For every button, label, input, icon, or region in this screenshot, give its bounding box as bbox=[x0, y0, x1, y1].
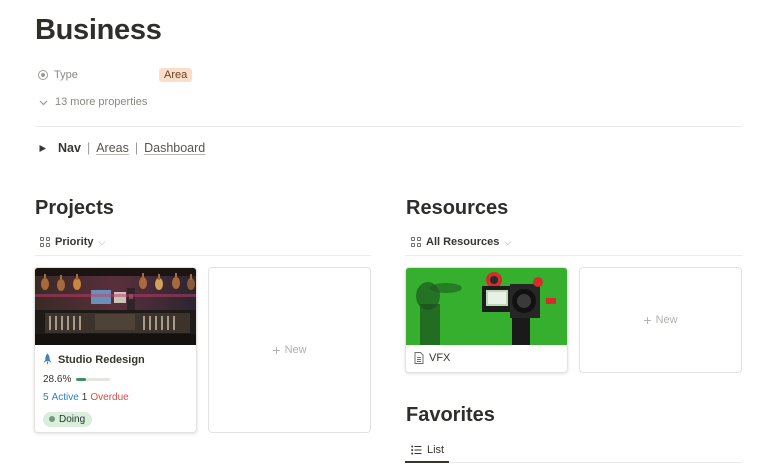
more-properties-label: 13 more properties bbox=[55, 96, 148, 108]
resources-new-card[interactable]: + New bbox=[579, 267, 742, 373]
document-icon bbox=[414, 352, 424, 364]
projects-view-tab[interactable]: Priority ⌵ bbox=[40, 236, 105, 248]
studio-cover-image bbox=[35, 268, 196, 345]
nav-link-areas[interactable]: Areas bbox=[96, 141, 129, 155]
triangle-right-icon[interactable] bbox=[38, 144, 47, 153]
projects-heading: Projects bbox=[35, 197, 114, 219]
task-counts-row: 5 Active 1 Overdue bbox=[43, 392, 129, 403]
vfx-cover-image bbox=[406, 268, 567, 345]
status-label: Doing bbox=[59, 413, 86, 425]
gallery-view-icon bbox=[411, 237, 421, 247]
favorites-heading: Favorites bbox=[406, 404, 495, 426]
new-label-text: New bbox=[655, 314, 678, 326]
more-properties-toggle[interactable]: 13 more properties bbox=[38, 96, 147, 108]
favorites-divider bbox=[449, 462, 742, 463]
overdue-count: 1 bbox=[81, 392, 88, 403]
resources-heading: Resources bbox=[406, 197, 509, 219]
status-dot-icon bbox=[49, 416, 55, 422]
area-badge[interactable]: Area bbox=[159, 68, 193, 82]
resources-view-tab[interactable]: All Resources ⌵ bbox=[411, 236, 511, 248]
new-card-label: + New bbox=[272, 342, 306, 358]
nav-link-dashboard[interactable]: Dashboard bbox=[144, 141, 205, 155]
project-card-studio-redesign[interactable]: Studio Redesign 28.6% 5 Active 1 Overdue… bbox=[34, 267, 197, 433]
progress-text: 28.6% bbox=[43, 374, 72, 385]
favorites-view-label: List bbox=[427, 444, 445, 456]
nav-separator: | bbox=[86, 141, 91, 155]
chevron-down-icon: ⌵ bbox=[98, 236, 106, 247]
projects-view-label: Priority bbox=[55, 236, 94, 248]
favorites-tab-underline bbox=[405, 461, 449, 463]
type-property-icon bbox=[38, 70, 48, 80]
rocket-icon bbox=[43, 353, 52, 365]
nav-toggle-label[interactable]: Nav bbox=[58, 141, 81, 155]
overdue-label: Overdue bbox=[90, 392, 129, 403]
projects-new-card[interactable]: + New bbox=[208, 267, 371, 433]
progress-bar bbox=[76, 378, 111, 381]
nav-separator: | bbox=[134, 141, 139, 155]
project-card-title-row: Studio Redesign bbox=[42, 353, 145, 366]
status-row: Doing bbox=[43, 409, 93, 427]
chevron-down-icon: ⌵ bbox=[504, 236, 512, 247]
active-count: 5 bbox=[43, 392, 49, 403]
property-type-label: Type bbox=[54, 69, 78, 81]
new-label-text: New bbox=[284, 344, 307, 356]
resources-view-label: All Resources bbox=[426, 236, 500, 248]
gallery-view-icon bbox=[40, 237, 50, 247]
projects-divider bbox=[35, 255, 371, 256]
properties-divider bbox=[35, 126, 742, 127]
progress-bar-fill bbox=[76, 378, 87, 381]
resource-card-title: VFX bbox=[429, 352, 451, 364]
status-badge: Doing bbox=[43, 411, 93, 427]
list-view-icon bbox=[411, 445, 422, 455]
resources-divider bbox=[405, 255, 742, 256]
chevron-down-icon bbox=[39, 100, 48, 105]
plus-icon: + bbox=[272, 342, 281, 358]
favorites-view-tab[interactable]: List bbox=[411, 444, 444, 456]
property-type-row[interactable]: Type bbox=[38, 69, 78, 81]
new-card-label: + New bbox=[643, 312, 677, 328]
plus-icon: + bbox=[643, 312, 652, 328]
resource-card-vfx[interactable]: VFX bbox=[405, 267, 568, 373]
nav-toggle-block: Nav | Areas | Dashboard bbox=[38, 141, 205, 155]
active-label: Active bbox=[51, 392, 79, 403]
page-title: Business bbox=[35, 14, 162, 46]
progress-row: 28.6% bbox=[43, 374, 111, 385]
resource-card-title-row: VFX bbox=[414, 352, 450, 364]
project-card-title: Studio Redesign bbox=[58, 353, 145, 366]
